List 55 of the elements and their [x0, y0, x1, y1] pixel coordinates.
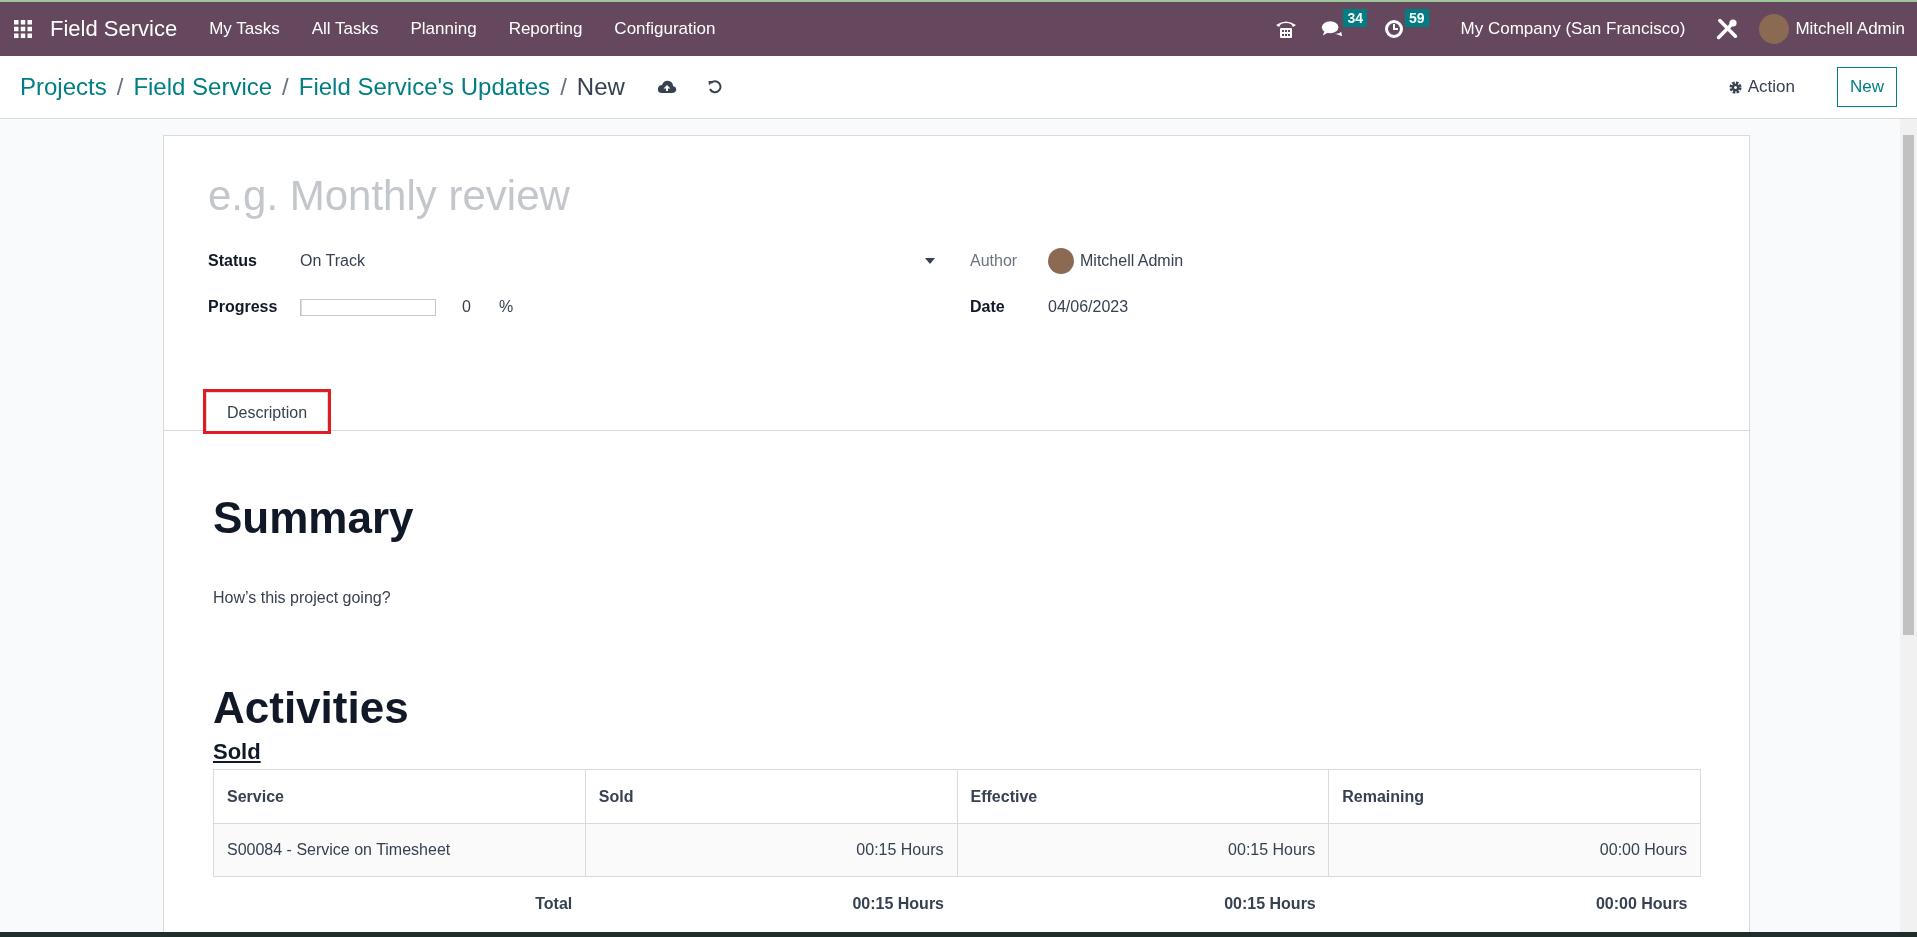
field-label: Progress [208, 298, 279, 316]
author-avatar [1048, 248, 1074, 274]
date-value[interactable]: 04/06/2023 [1048, 298, 1129, 316]
company-switcher[interactable]: My Company (San Francisco) [1444, 19, 1702, 39]
summary-text: How’s this project going? [213, 589, 392, 607]
menu-item[interactable]: My Tasks [193, 19, 296, 39]
new-button[interactable]: New [1837, 67, 1897, 107]
app-name[interactable]: Field Service [50, 16, 178, 42]
table-cell: 00:00 Hours [1328, 823, 1701, 877]
percent-unit: % [498, 298, 514, 316]
section-heading: Activities [213, 683, 410, 733]
menu-item[interactable]: All Tasks [295, 19, 395, 39]
tools-icon[interactable] [1715, 17, 1740, 41]
total-cell: Total [213, 876, 586, 931]
total-cell: 00:15 Hours [585, 876, 957, 931]
subsection-heading: Sold [213, 739, 262, 765]
action-button[interactable]: Action [1721, 76, 1801, 98]
breadcrumb-link[interactable]: Projects [20, 73, 107, 101]
breadcrumb-current: New [576, 73, 625, 101]
breadcrumb-separator: / [116, 73, 124, 101]
phone-icon[interactable] [1275, 19, 1298, 39]
clock-icon[interactable] [1382, 19, 1405, 39]
field-label: Date [970, 298, 1006, 316]
status-select[interactable]: On Track [300, 252, 935, 270]
section-heading: Summary [213, 493, 415, 543]
tab[interactable]: Description [206, 392, 329, 431]
caret-icon [925, 258, 935, 264]
column-header: Sold [585, 769, 957, 824]
activity-count-badge: 59 [1404, 9, 1429, 27]
progress-value: 0 [462, 298, 471, 316]
message-count-badge: 34 [1343, 9, 1367, 27]
chat-icon[interactable] [1321, 19, 1344, 39]
scrollbar[interactable] [1900, 119, 1917, 932]
field-label: Author [970, 252, 1019, 270]
menu-item[interactable]: Planning [394, 19, 493, 39]
column-header: Remaining [1328, 769, 1701, 824]
gear-icon [1727, 79, 1743, 95]
table-cell: S00084 - Service on Timesheet [213, 823, 586, 877]
cloud-upload-icon[interactable] [656, 79, 677, 95]
table-cell: 00:15 Hours [957, 823, 1329, 877]
app-grid-icon[interactable] [14, 20, 32, 38]
total-cell: 00:15 Hours [957, 876, 1329, 931]
total-cell: 00:00 Hours [1328, 876, 1701, 931]
user-menu[interactable]: Mitchell Admin [1789, 19, 1917, 39]
breadcrumb-link[interactable]: Field Service's Updates [298, 73, 551, 101]
menu-item[interactable]: Reporting [492, 19, 599, 39]
table-cell: 00:15 Hours [585, 823, 957, 877]
breadcrumb-link[interactable]: Field Service [133, 73, 273, 101]
menu-item[interactable]: Configuration [598, 19, 732, 39]
column-header: Effective [957, 769, 1329, 824]
column-header: Service [213, 769, 586, 824]
field-label: Status [208, 252, 258, 270]
breadcrumb-separator: / [560, 73, 567, 101]
author-name[interactable]: Mitchell Admin [1080, 252, 1184, 270]
breadcrumb-separator: / [282, 73, 289, 101]
